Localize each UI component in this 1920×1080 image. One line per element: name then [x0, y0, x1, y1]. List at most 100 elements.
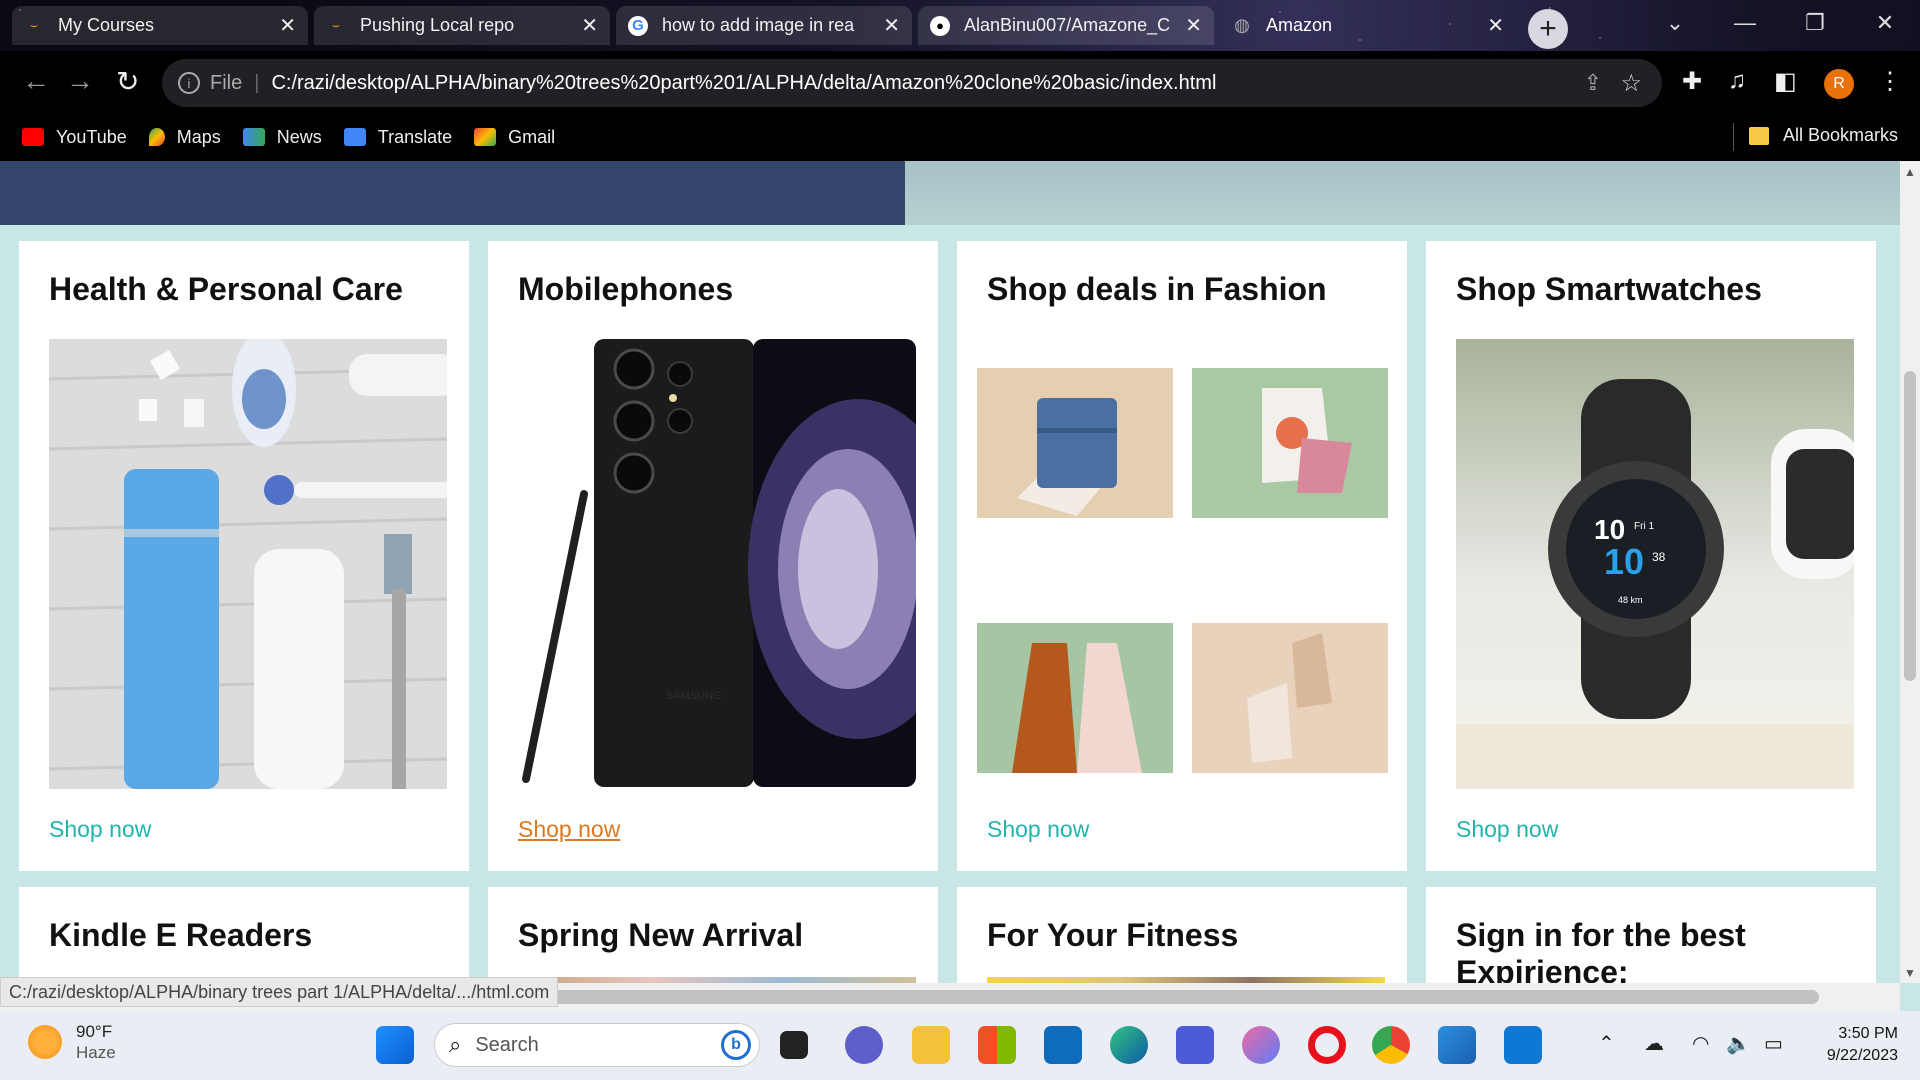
profile-avatar[interactable]: R: [1824, 69, 1854, 99]
tab-pushing-local-repo[interactable]: ⌣ Pushing Local repo ✕: [314, 6, 610, 45]
smartwatches-image[interactable]: 10 Fri 1 10 38 48 km: [1456, 339, 1854, 789]
wifi-icon[interactable]: ◠: [1692, 1031, 1709, 1056]
opera-icon[interactable]: [1308, 1026, 1346, 1064]
watch-day-text: Fri 1: [1634, 521, 1654, 532]
haze-weather-icon: [28, 1025, 62, 1060]
vscode-icon[interactable]: [1504, 1026, 1542, 1064]
bookmark-news[interactable]: News: [242, 126, 322, 148]
shop-now-link[interactable]: Shop now: [987, 816, 1089, 843]
photos-icon[interactable]: [1438, 1026, 1476, 1064]
bing-icon[interactable]: b: [721, 1030, 751, 1060]
edge-icon[interactable]: [1110, 1026, 1148, 1064]
close-tab-icon[interactable]: ✕: [279, 13, 296, 38]
tab-title: Amazon: [1266, 15, 1333, 35]
tshirt-image[interactable]: [1192, 368, 1388, 518]
shop-now-link[interactable]: Shop now: [49, 816, 151, 843]
forward-arrow-icon[interactable]: →: [66, 65, 94, 97]
jeans-image[interactable]: [977, 368, 1173, 518]
boots-image[interactable]: [1192, 623, 1388, 773]
share-icon[interactable]: ⇪: [1584, 70, 1602, 96]
tab-amazon[interactable]: ◍ Amazon ✕: [1220, 6, 1516, 45]
samsung-phone-image[interactable]: SAMSUNG: [518, 339, 916, 789]
side-panel-icon[interactable]: ◧: [1774, 67, 1797, 96]
weather-widget[interactable]: 90°F Haze: [28, 1021, 116, 1064]
close-tab-icon[interactable]: ✕: [883, 13, 900, 38]
bookmark-translate[interactable]: Translate: [343, 126, 453, 148]
task-view-icon[interactable]: [780, 1031, 808, 1059]
bookmark-gmail[interactable]: Gmail: [474, 127, 555, 148]
scroll-thumb[interactable]: [1904, 371, 1916, 681]
bookmark-star-icon[interactable]: ☆: [1620, 69, 1642, 98]
onedrive-icon[interactable]: ☁: [1644, 1031, 1664, 1056]
system-clock[interactable]: 3:50 PM 9/22/2023: [1827, 1023, 1898, 1068]
bookmark-maps[interactable]: Maps: [148, 127, 221, 148]
windows-taskbar: 90°F Haze ⌕ Search b ⌃ ☁ ◠ 🔈 ▭ 3:50 PM 9…: [0, 1011, 1920, 1080]
weather-temp: 90°F: [76, 1022, 113, 1041]
chrome-icon[interactable]: [1372, 1026, 1410, 1064]
tab-title: how to add image in rea: [662, 15, 855, 35]
amazon-favicon-icon: ⌣: [30, 18, 38, 32]
shop-now-link[interactable]: Shop now: [518, 816, 620, 843]
health-products-image[interactable]: [49, 339, 447, 789]
weather-condition: Haze: [76, 1043, 116, 1063]
dresses-image[interactable]: [977, 623, 1173, 773]
tab-title: Pushing Local repo: [360, 15, 515, 35]
tab-github[interactable]: ● AlanBinu007/Amazone_C ✕: [918, 6, 1214, 45]
link-status-bubble: C:/razi/desktop/ALPHA/binary trees part …: [0, 977, 559, 1007]
microsoft-store-icon[interactable]: [978, 1026, 1016, 1064]
window-controls: ⌄ — ❐ ✕: [1640, 0, 1920, 46]
new-tab-button[interactable]: +: [1528, 9, 1568, 49]
teams-chat-icon[interactable]: [845, 1026, 883, 1064]
close-tab-icon[interactable]: ✕: [1185, 13, 1202, 38]
bookmark-label: News: [276, 126, 322, 147]
chevron-down-icon[interactable]: ⌄: [1640, 0, 1710, 46]
phone-brand-text: SAMSUNG: [666, 690, 722, 702]
github-icon: ●: [930, 15, 950, 36]
card-health: Health & Personal Care Shop now: [19, 241, 469, 871]
taskbar-search[interactable]: ⌕ Search b: [434, 1023, 760, 1067]
shop-now-link[interactable]: Shop now: [1456, 816, 1558, 843]
all-bookmarks-button[interactable]: All Bookmarks: [1732, 123, 1898, 151]
windows-start-icon[interactable]: [376, 1026, 414, 1064]
bookmark-youtube[interactable]: YouTube: [22, 127, 127, 148]
info-icon[interactable]: i: [178, 72, 200, 94]
extensions-icon[interactable]: ✚: [1682, 67, 1702, 96]
tab-my-courses[interactable]: ⌣ My Courses ✕: [12, 6, 308, 45]
close-tab-icon[interactable]: ✕: [1487, 13, 1504, 38]
close-tab-icon[interactable]: ✕: [581, 13, 598, 38]
card-smartwatches: Shop Smartwatches 10 Fri 1 10 38 48 km S…: [1426, 241, 1876, 871]
vertical-scrollbar[interactable]: ▲ ▼: [1900, 161, 1920, 983]
scroll-up-icon[interactable]: ▲: [1904, 165, 1916, 179]
volume-icon[interactable]: 🔈: [1726, 1031, 1751, 1056]
ms-app-icon[interactable]: [1176, 1026, 1214, 1064]
url-text[interactable]: C:/razi/desktop/ALPHA/binary%20trees%20p…: [271, 72, 1216, 95]
card-title: Sign in for the best Expirience:: [1456, 917, 1746, 983]
bookmark-label: Translate: [377, 126, 453, 147]
back-arrow-icon[interactable]: ←: [22, 65, 50, 97]
copilot-icon[interactable]: [1242, 1026, 1280, 1064]
file-explorer-icon[interactable]: [912, 1026, 950, 1064]
bookmark-label: Gmail: [508, 126, 556, 147]
battery-icon[interactable]: ▭: [1764, 1031, 1783, 1056]
gmail-icon: [474, 128, 497, 146]
tab-title: AlanBinu007/Amazone_C: [964, 15, 1171, 35]
card-mobilephones: Mobilephones SAMSUNG Shop now: [488, 241, 938, 871]
address-bar[interactable]: i File | C:/razi/desktop/ALPHA/binary%20…: [162, 59, 1662, 107]
card-spring-arrival: Spring New Arrival: [488, 887, 938, 983]
restore-icon[interactable]: ❐: [1780, 0, 1850, 46]
mail-icon[interactable]: [1044, 1026, 1082, 1064]
tab-google-search[interactable]: G how to add image in rea ✕: [616, 6, 912, 45]
menu-dots-icon[interactable]: ⋮: [1878, 67, 1902, 96]
browser-toolbar: ← → ↻ i File | C:/razi/desktop/ALPHA/bin…: [0, 51, 1920, 113]
minimize-icon[interactable]: —: [1710, 0, 1780, 46]
card-title: Kindle E Readers: [49, 917, 313, 953]
news-icon: [242, 128, 265, 146]
reload-icon[interactable]: ↻: [116, 65, 139, 98]
media-queue-icon[interactable]: ♫: [1728, 67, 1746, 95]
maps-pin-icon: [148, 128, 165, 146]
search-placeholder: Search: [475, 1033, 539, 1056]
close-window-icon[interactable]: ✕: [1850, 0, 1920, 46]
card-kindle: Kindle E Readers: [19, 887, 469, 983]
chevron-up-icon[interactable]: ⌃: [1598, 1031, 1615, 1056]
scroll-down-icon[interactable]: ▼: [1904, 966, 1916, 980]
